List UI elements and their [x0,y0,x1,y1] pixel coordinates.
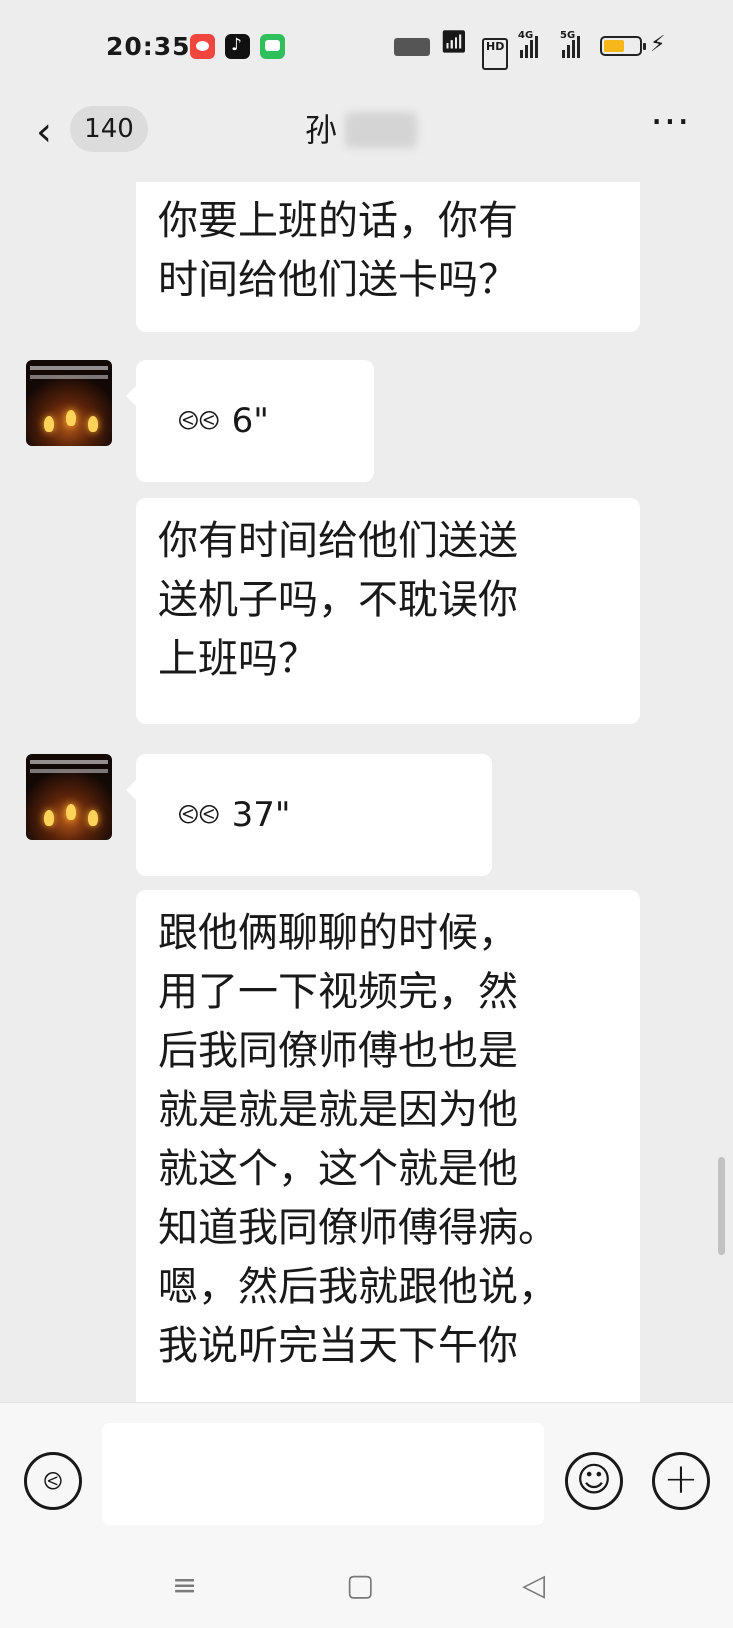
recent-apps-icon[interactable]: ≡ [172,1568,197,1603]
message-bubble[interactable]: 你有时间给他们送送 送机子吗，不耽误你 上班吗？ [136,498,640,724]
chat-area[interactable]: 你要上班的话，你有 时间给他们送卡吗？ ⧀⧀ 6" 你有时间给他们送送 送机子吗… [0,182,733,1402]
redacted-name [345,112,417,148]
scrollbar[interactable] [718,1157,725,1255]
chat-header: ‹ 140 孙 ⋯ [0,92,733,182]
message-text: 你要上班的话，你有 时间给他们送卡吗？ [158,198,518,303]
screen-cast-icon [394,38,430,56]
voice-duration: 37" [231,795,291,835]
voice-wave-icon: ⧀⧀ [178,405,220,436]
signal-5g-icon: 5G [560,30,580,58]
signal-4g-icon: 4G [518,30,538,58]
message-input[interactable] [102,1423,544,1525]
messages-app-icon [260,34,285,59]
net-label-4g: 4G [518,30,534,41]
emoji-icon[interactable]: ☺︎ [565,1452,623,1510]
message-bubble[interactable]: 跟他俩聊聊的时候， 用了一下视频完，然 后我同僚师傅也也是 就是就是就是因为他 … [136,890,640,1402]
tiktok-icon [225,34,250,59]
voice-message[interactable]: ⧀⧀ 37" [126,754,492,876]
notification-app-icon [190,34,215,59]
plus-icon[interactable]: + [652,1452,710,1510]
status-bar: 20:35 📶︎ HD 4G 5G ⚡︎ [0,0,733,92]
avatar[interactable] [26,754,112,840]
battery-icon [600,36,646,56]
message-text: 你有时间给他们送送 送机子吗，不耽误你 上班吗？ [158,518,518,682]
contact-name: 孙 [305,111,338,149]
more-icon[interactable]: ⋯ [650,98,692,144]
voice-wave-icon: ⧀⧀ [178,799,220,830]
input-bar: ⧀ ☺︎ + [0,1402,733,1548]
avatar[interactable] [26,360,112,446]
back-triangle-icon[interactable]: ◁ [522,1568,545,1603]
hd-badge: HD [482,38,509,70]
message-text: 跟他俩聊聊的时候， 用了一下视频完，然 后我同僚师傅也也是 就是就是就是因为他 … [158,910,558,1369]
unread-count-badge[interactable]: 140 [70,106,148,152]
wifi-icon: 📶︎ [440,30,468,55]
home-icon[interactable]: ▢ [346,1568,374,1603]
chevron-left-icon[interactable]: ‹ [36,112,52,152]
message-bubble[interactable]: 你要上班的话，你有 时间给他们送卡吗？ [136,182,640,332]
system-nav-bar: ≡ ▢ ◁ [0,1548,733,1628]
status-time: 20:35 [106,32,191,61]
voice-message[interactable]: ⧀⧀ 6" [126,360,374,482]
voice-input-icon[interactable]: ⧀ [24,1452,82,1510]
charging-icon: ⚡︎ [650,32,666,57]
net-label-5g: 5G [560,30,576,41]
voice-duration: 6" [231,401,269,441]
